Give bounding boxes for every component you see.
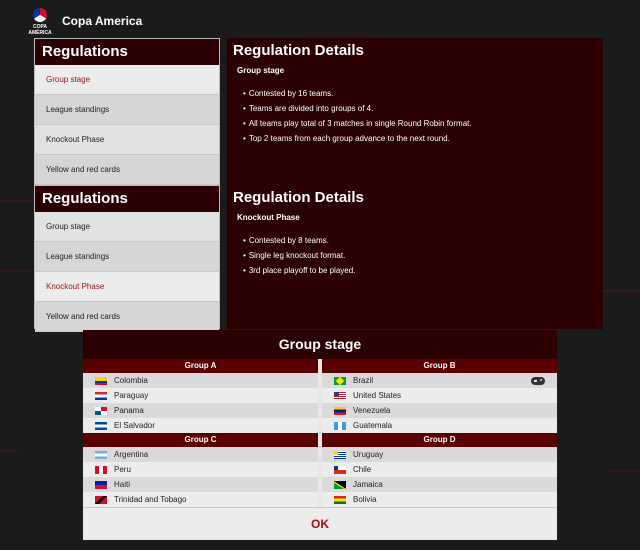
team-row[interactable]: Peru	[83, 462, 318, 477]
regulation-details-top: Regulation Details Group stage Contested…	[227, 38, 603, 186]
group-stage-dialog: Group stage Group A Colombia Paraguay Pa…	[83, 330, 557, 540]
team-name: Guatemala	[353, 421, 393, 430]
team-row[interactable]: El Salvador	[83, 418, 318, 433]
team-row[interactable]: Colombia	[83, 373, 318, 388]
controller-icon	[531, 377, 545, 385]
regulation-item-group-stage[interactable]: Group stage	[35, 65, 219, 95]
details-bullet: 3rd place playoff to be played.	[243, 263, 603, 278]
team-row[interactable]: Bolivia	[322, 492, 557, 507]
app-title: Copa America	[62, 14, 143, 28]
regulation-item-knockout-phase[interactable]: Knockout Phase	[35, 272, 219, 302]
regulation-item-league-standings[interactable]: League standings	[35, 242, 219, 272]
team-row[interactable]: United States	[322, 388, 557, 403]
group-b: Group B Brazil United States Venezuela G…	[322, 359, 557, 433]
groups-grid: Group A Colombia Paraguay Panama El Salv…	[83, 359, 557, 507]
dialog-title: Group stage	[83, 330, 557, 359]
details-bullet: Top 2 teams from each group advance to t…	[243, 131, 603, 146]
group-a: Group A Colombia Paraguay Panama El Salv…	[83, 359, 318, 433]
group-header: Group D	[322, 433, 557, 447]
team-name: Bolivia	[353, 495, 377, 504]
chile-flag-icon	[334, 465, 346, 474]
bolivia-flag-icon	[334, 495, 346, 504]
venezuela-flag-icon	[334, 406, 346, 415]
regulation-item-cards[interactable]: Yellow and red cards	[35, 302, 219, 332]
guatemala-flag-icon	[334, 421, 346, 430]
team-name: United States	[353, 391, 402, 400]
team-row[interactable]: Brazil	[322, 373, 557, 388]
ok-button[interactable]: OK	[83, 507, 557, 539]
details-heading: Regulation Details	[233, 189, 364, 206]
team-row[interactable]: Paraguay	[83, 388, 318, 403]
team-name: Uruguay	[353, 450, 384, 459]
haiti-flag-icon	[95, 480, 107, 489]
details-bullet: Teams are divided into groups of 4.	[243, 101, 603, 116]
team-name: El Salvador	[114, 421, 155, 430]
regulation-item-cards[interactable]: Yellow and red cards	[35, 155, 219, 185]
team-name: Peru	[114, 465, 131, 474]
team-name: Trinidad and Tobago	[114, 495, 187, 504]
team-name: Paraguay	[114, 391, 149, 400]
team-name: Jamaica	[353, 480, 383, 489]
jamaica-flag-icon	[334, 480, 346, 489]
copa-america-logo: COPA AMÉRICA	[26, 6, 54, 36]
details-bullet: Contested by 16 teams.	[243, 86, 603, 101]
team-row[interactable]: Guatemala	[322, 418, 557, 433]
regulations-heading: Regulations	[35, 39, 219, 65]
colombia-flag-icon	[95, 376, 107, 385]
uruguay-flag-icon	[334, 450, 346, 459]
peru-flag-icon	[95, 465, 107, 474]
details-bullets: Contested by 16 teams. Teams are divided…	[227, 86, 603, 146]
regulations-panel-top: Regulations Group stage League standings…	[34, 38, 220, 186]
details-subtitle: Knockout Phase	[237, 213, 300, 222]
app-header: COPA AMÉRICA Copa America	[26, 4, 142, 38]
group-d: Group D Uruguay Chile Jamaica Bolivia	[322, 433, 557, 507]
details-bullet: All teams play total of 3 matches in sin…	[243, 116, 603, 131]
regulation-item-group-stage[interactable]: Group stage	[35, 212, 219, 242]
details-bullet: Single leg knockout format.	[243, 248, 603, 263]
team-row[interactable]: Haiti	[83, 477, 318, 492]
trinidad-and-tobago-flag-icon	[95, 495, 107, 504]
team-name: Panama	[114, 406, 144, 415]
paraguay-flag-icon	[95, 391, 107, 400]
team-row[interactable]: Argentina	[83, 447, 318, 462]
team-row[interactable]: Trinidad and Tobago	[83, 492, 318, 507]
team-row[interactable]: Panama	[83, 403, 318, 418]
team-name: Haiti	[114, 480, 131, 489]
details-subtitle: Group stage	[237, 66, 285, 75]
regulations-heading: Regulations	[35, 186, 219, 212]
regulation-item-knockout-phase[interactable]: Knockout Phase	[35, 125, 219, 155]
team-row[interactable]: Chile	[322, 462, 557, 477]
trophy-icon	[33, 8, 47, 22]
team-name: Venezuela	[353, 406, 391, 415]
regulation-item-league-standings[interactable]: League standings	[35, 95, 219, 125]
group-header: Group B	[322, 359, 557, 373]
group-c: Group C Argentina Peru Haiti Trinidad an…	[83, 433, 318, 507]
regulation-details-bottom: Regulation Details Knockout Phase Contes…	[227, 185, 603, 329]
regulations-panel-bottom: Regulations Group stage League standings…	[34, 185, 220, 332]
usa-flag-icon	[334, 391, 346, 400]
team-name: Colombia	[114, 376, 148, 385]
team-name: Chile	[353, 465, 372, 474]
team-name: Argentina	[114, 450, 149, 459]
panama-flag-icon	[95, 406, 107, 415]
group-header: Group A	[83, 359, 318, 373]
el-salvador-flag-icon	[95, 421, 107, 430]
details-bullet: Contested by 8 teams.	[243, 233, 603, 248]
team-row[interactable]: Jamaica	[322, 477, 557, 492]
details-heading: Regulation Details	[233, 42, 364, 59]
team-row[interactable]: Uruguay	[322, 447, 557, 462]
details-bullets: Contested by 8 teams. Single leg knockou…	[227, 233, 603, 278]
group-header: Group C	[83, 433, 318, 447]
logo-text: COPA AMÉRICA	[28, 24, 52, 36]
team-name: Brazil	[353, 376, 374, 385]
brazil-flag-icon	[334, 376, 346, 385]
argentina-flag-icon	[95, 450, 107, 459]
team-row[interactable]: Venezuela	[322, 403, 557, 418]
